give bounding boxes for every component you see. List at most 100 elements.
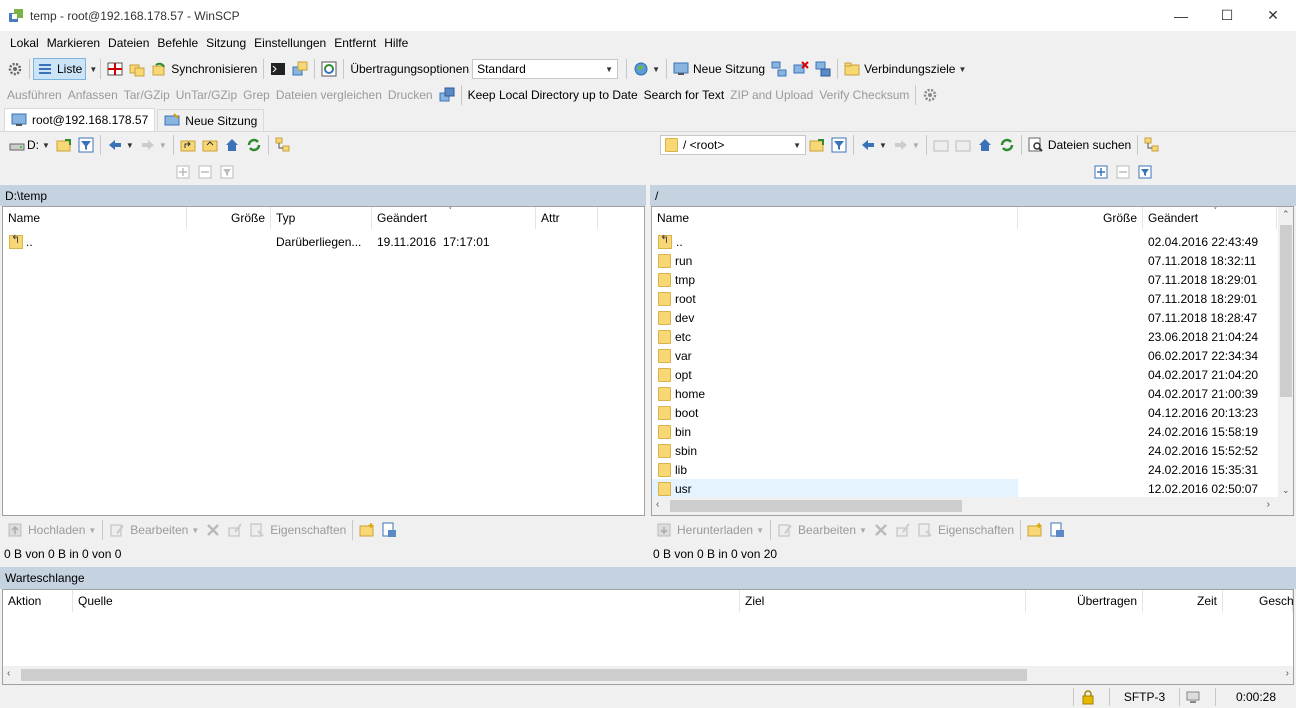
table-row[interactable]: tmp (652, 270, 1018, 289)
minimize-button[interactable]: — (1158, 0, 1204, 31)
touch-button[interactable]: Anfassen (65, 84, 121, 106)
duplicate-session-button[interactable] (812, 58, 834, 80)
remote-new-folder-button[interactable] (1024, 519, 1046, 541)
close-button[interactable]: ✕ (1250, 0, 1296, 31)
menu-einstellungen[interactable]: Einstellungen (250, 36, 330, 50)
sessions-button[interactable] (768, 58, 790, 80)
remote-col-name[interactable]: Name (652, 207, 1018, 229)
local-drive-select[interactable]: D: ▼ (6, 134, 53, 156)
remote-open-folder-button[interactable] (806, 134, 828, 156)
remote-dir-select[interactable]: / <root> ▼ (660, 135, 806, 155)
chevron-down-icon[interactable]: ▼ (89, 65, 97, 74)
disconnect-button[interactable] (790, 58, 812, 80)
local-properties-button[interactable]: Eigenschaften (246, 519, 349, 541)
synchronize-button[interactable]: Synchronisieren (148, 58, 260, 80)
table-row[interactable]: usr (652, 479, 1018, 498)
remote-col-changed[interactable]: Geändert ˅ (1143, 207, 1277, 229)
menu-sitzung[interactable]: Sitzung (202, 36, 250, 50)
local-rename-button[interactable] (224, 519, 246, 541)
local-select-button[interactable] (172, 161, 194, 183)
remote-unselect-button[interactable] (1112, 161, 1134, 183)
local-home-button[interactable] (221, 134, 243, 156)
local-col-changed[interactable]: Geändert ˅ (372, 207, 536, 229)
local-unselect-button[interactable] (194, 161, 216, 183)
table-row[interactable]: root (652, 289, 1018, 308)
chevron-down-icon[interactable]: ⌄ (1282, 485, 1290, 496)
tar-gzip-button[interactable]: Tar/GZip (121, 84, 173, 106)
local-new-folder-button[interactable] (356, 519, 378, 541)
tab-session-root[interactable]: root@192.168.178.57 (4, 108, 156, 131)
table-row[interactable]: dev (652, 308, 1018, 327)
queue-col-action[interactable]: Aktion (3, 590, 73, 612)
remote-edit-button[interactable]: Bearbeiten ▼ (774, 519, 870, 541)
local-select-filter-button[interactable] (216, 161, 238, 183)
local-tree-button[interactable] (272, 134, 294, 156)
remote-horizontal-scrollbar[interactable]: ‹ › (652, 497, 1293, 515)
table-row[interactable]: bin (652, 422, 1018, 441)
putty-button[interactable] (289, 58, 311, 80)
remote-properties-button[interactable]: Eigenschaften (914, 519, 1017, 541)
new-session-button[interactable]: Neue Sitzung (670, 58, 768, 80)
bookmarks-button[interactable]: Verbindungsziele ▼ (841, 58, 969, 80)
menu-befehle[interactable]: Befehle (153, 36, 202, 50)
remote-select-filter-button[interactable] (1134, 161, 1156, 183)
table-row[interactable]: .. (652, 232, 1018, 251)
local-file-list[interactable]: Name Größe Typ Geändert ˅ Attr .. Darüber… (2, 206, 645, 516)
console-button[interactable] (267, 58, 289, 80)
table-row[interactable]: sbin (652, 441, 1018, 460)
queue-col-speed[interactable]: Gesch (1223, 590, 1294, 612)
local-col-size[interactable]: Größe (187, 207, 271, 229)
scrollbar-thumb[interactable] (1280, 225, 1292, 397)
local-refresh-button[interactable] (243, 134, 265, 156)
remote-file-list[interactable]: Name Größe Geändert ˅ .. 02.04.2016 22:43:… (651, 206, 1294, 516)
menu-entfernt[interactable]: Entfernt (330, 36, 380, 50)
keep-local-dir-button[interactable]: Keep Local Directory up to Date (465, 84, 641, 106)
remote-filter-button[interactable] (828, 134, 850, 156)
local-edit-button[interactable]: Bearbeiten ▼ (106, 519, 202, 541)
transfer-settings-button[interactable]: ▼ (630, 58, 663, 80)
local-root-dir-button[interactable] (199, 134, 221, 156)
sync-browse-button[interactable] (126, 58, 148, 80)
remote-forward-button[interactable]: ▼ (890, 134, 923, 156)
refresh-layout-button[interactable] (318, 58, 340, 80)
menu-lokal[interactable]: Lokal (6, 36, 43, 50)
chevron-left-icon[interactable]: ‹ (656, 499, 659, 510)
execute-button[interactable]: Ausführen (4, 84, 65, 106)
upload-button[interactable]: Hochladen ▼ (4, 519, 99, 541)
custom-cmd-icon-button[interactable] (436, 84, 458, 106)
remote-find-files-button[interactable]: Dateien suchen (1025, 134, 1134, 156)
remote-back-button[interactable]: ▼ (857, 134, 890, 156)
remote-rename-button[interactable] (892, 519, 914, 541)
maximize-button[interactable]: ☐ (1204, 0, 1250, 31)
remote-col-size[interactable]: Größe (1018, 207, 1143, 229)
table-row[interactable]: lib (652, 460, 1018, 479)
remote-new-file-button[interactable] (1046, 519, 1068, 541)
local-parent-dir-button[interactable] (177, 134, 199, 156)
search-text-button[interactable]: Search for Text (641, 84, 727, 106)
print-button[interactable]: Drucken (385, 84, 436, 106)
local-open-folder-button[interactable] (53, 134, 75, 156)
compare-dirs-button[interactable] (104, 58, 126, 80)
table-row[interactable]: home (652, 384, 1018, 403)
remote-delete-button[interactable] (870, 519, 892, 541)
queue-list[interactable]: Aktion Quelle Ziel Übertragen Zeit Gesch… (2, 589, 1294, 685)
remote-home-button[interactable] (974, 134, 996, 156)
queue-col-source[interactable]: Quelle (73, 590, 740, 612)
table-row[interactable]: run (652, 251, 1018, 270)
local-col-name[interactable]: Name (3, 207, 187, 229)
remote-root-dir-button[interactable] (952, 134, 974, 156)
custom-commands-settings-button[interactable] (919, 84, 941, 106)
chevron-right-icon[interactable]: › (1267, 499, 1270, 510)
table-row[interactable]: boot (652, 403, 1018, 422)
local-col-type[interactable]: Typ (271, 207, 372, 229)
remote-select-button[interactable] (1090, 161, 1112, 183)
queue-col-time[interactable]: Zeit (1143, 590, 1223, 612)
untar-gzip-button[interactable]: UnTar/GZip (173, 84, 240, 106)
transfer-preset-select[interactable]: Standard ▼ (472, 59, 619, 79)
grep-button[interactable]: Grep (240, 84, 273, 106)
menu-markieren[interactable]: Markieren (43, 36, 104, 50)
remote-tree-button[interactable] (1141, 134, 1163, 156)
chevron-left-icon[interactable]: ‹ (7, 668, 10, 679)
menu-dateien[interactable]: Dateien (104, 36, 153, 50)
menu-hilfe[interactable]: Hilfe (380, 36, 412, 50)
